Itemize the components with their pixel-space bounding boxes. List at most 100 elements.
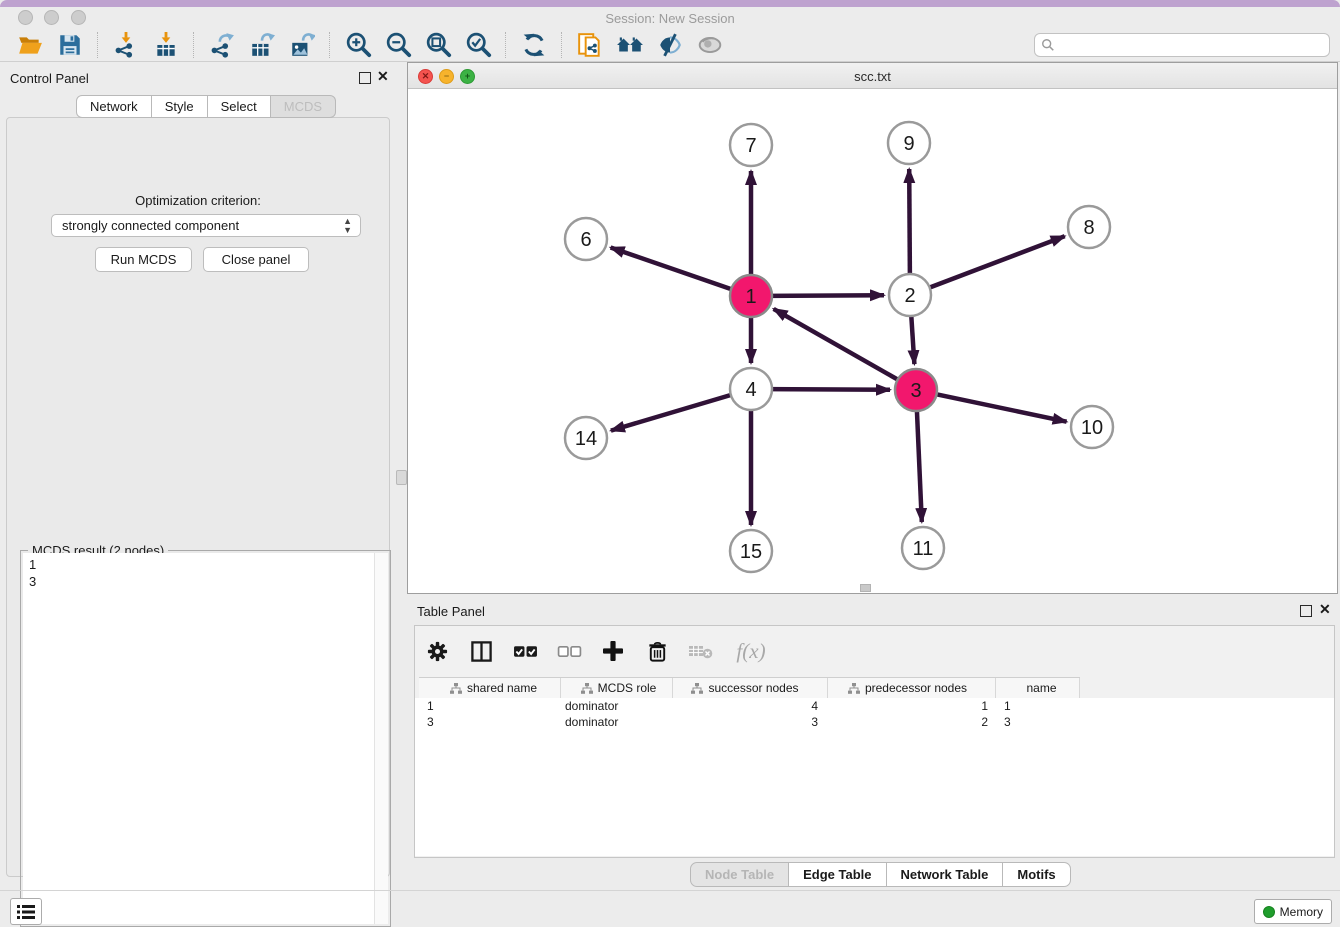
node-3[interactable]: 3 bbox=[895, 369, 937, 411]
control-panel: Control Panel ✕ Network Style Select MCD… bbox=[0, 62, 396, 878]
toolbar-separator bbox=[561, 32, 563, 58]
column-view-icon[interactable] bbox=[467, 635, 495, 667]
column-header-successor-nodes[interactable]: successor nodes bbox=[673, 678, 828, 698]
search-input[interactable] bbox=[1055, 36, 1329, 54]
open-session-icon[interactable] bbox=[10, 30, 50, 60]
float-panel-icon[interactable] bbox=[359, 72, 371, 84]
cell-successor-nodes[interactable]: 3 bbox=[673, 714, 828, 730]
export-image-icon[interactable] bbox=[282, 30, 322, 60]
close-panel-icon[interactable]: ✕ bbox=[377, 68, 389, 85]
add-row-icon[interactable] bbox=[599, 635, 627, 667]
tab-network[interactable]: Network bbox=[76, 95, 152, 118]
node-label: 6 bbox=[580, 229, 591, 251]
node-1[interactable]: 1 bbox=[730, 275, 772, 317]
tab-motifs[interactable]: Motifs bbox=[1003, 862, 1070, 887]
unselect-all-icon[interactable] bbox=[555, 635, 583, 667]
column-header-predecessor-nodes[interactable]: predecessor nodes bbox=[828, 678, 996, 698]
table-body: 1 dominator 4 1 1 3 dominator 3 2 3 bbox=[415, 698, 1334, 856]
column-header-shared-name[interactable]: shared name bbox=[419, 678, 561, 698]
tab-select[interactable]: Select bbox=[208, 95, 271, 118]
close-panel-button[interactable]: Close panel bbox=[203, 247, 309, 272]
node-14[interactable]: 14 bbox=[565, 417, 607, 459]
edge-3-10[interactable] bbox=[934, 394, 1067, 422]
node-label: 7 bbox=[745, 135, 756, 157]
result-scrollbar[interactable] bbox=[374, 553, 388, 924]
cell-shared-name[interactable]: 3 bbox=[419, 714, 561, 730]
graphics-details-icon[interactable] bbox=[690, 30, 730, 60]
edge-1-6[interactable] bbox=[611, 248, 734, 291]
node-6[interactable]: 6 bbox=[565, 218, 607, 260]
table-row[interactable]: 1 dominator 4 1 1 bbox=[419, 698, 1334, 714]
edge-2-8[interactable] bbox=[927, 236, 1065, 288]
hide-graphics-details-icon[interactable] bbox=[650, 30, 690, 60]
cell-successor-nodes[interactable]: 4 bbox=[673, 698, 828, 714]
node-8[interactable]: 8 bbox=[1068, 206, 1110, 248]
edge-2-9[interactable] bbox=[909, 169, 910, 277]
edge-4-14[interactable] bbox=[611, 394, 734, 431]
tab-style[interactable]: Style bbox=[152, 95, 208, 118]
table-panel-title: Table Panel bbox=[417, 604, 485, 619]
export-table-icon[interactable] bbox=[242, 30, 282, 60]
edge-4-3[interactable] bbox=[769, 389, 890, 390]
node-10[interactable]: 10 bbox=[1071, 406, 1113, 448]
cell-shared-name[interactable]: 1 bbox=[419, 698, 561, 714]
node-9[interactable]: 9 bbox=[888, 122, 930, 164]
memory-button[interactable]: Memory bbox=[1254, 899, 1332, 924]
column-header-mcds-role[interactable]: MCDS role bbox=[561, 678, 673, 698]
run-mcds-button[interactable]: Run MCDS bbox=[95, 247, 192, 272]
tab-node-table[interactable]: Node Table bbox=[690, 862, 789, 887]
node-7[interactable]: 7 bbox=[730, 124, 772, 166]
close-table-panel-icon[interactable]: ✕ bbox=[1319, 601, 1331, 618]
import-table-icon[interactable] bbox=[146, 30, 186, 60]
home-icon[interactable] bbox=[610, 30, 650, 60]
zoom-in-icon[interactable] bbox=[338, 30, 378, 60]
node-4[interactable]: 4 bbox=[730, 368, 772, 410]
gear-icon[interactable] bbox=[423, 635, 451, 667]
cell-predecessor-nodes[interactable]: 1 bbox=[828, 698, 996, 714]
column-header-name[interactable]: name bbox=[996, 678, 1080, 698]
edge-3-11[interactable] bbox=[917, 408, 922, 522]
panel-splitter-handle[interactable] bbox=[396, 470, 407, 485]
import-network-icon[interactable] bbox=[106, 30, 146, 60]
network-canvas[interactable]: 7 9 6 8 1 2 4 3 14 10 15 11 bbox=[408, 89, 1337, 593]
export-network-icon[interactable] bbox=[202, 30, 242, 60]
float-table-panel-icon[interactable] bbox=[1300, 605, 1312, 617]
zoom-selected-icon[interactable] bbox=[458, 30, 498, 60]
app-window-title: Session: New Session bbox=[0, 11, 1340, 26]
cell-mcds-role[interactable]: dominator bbox=[561, 698, 673, 714]
task-history-button[interactable] bbox=[10, 898, 42, 925]
control-panel-tabs: Network Style Select MCDS bbox=[76, 95, 336, 118]
node-2[interactable]: 2 bbox=[889, 274, 931, 316]
cell-name[interactable]: 3 bbox=[996, 714, 1080, 730]
table-row[interactable]: 3 dominator 3 2 3 bbox=[419, 714, 1334, 730]
delete-table-icon bbox=[687, 635, 715, 667]
cell-mcds-role[interactable]: dominator bbox=[561, 714, 673, 730]
save-session-icon[interactable] bbox=[50, 30, 90, 60]
mcds-result-group: MCDS result (2 nodes) 1 3 bbox=[20, 550, 391, 927]
select-all-icon[interactable] bbox=[511, 635, 539, 667]
tab-mcds[interactable]: MCDS bbox=[271, 95, 336, 118]
zoom-fit-icon[interactable] bbox=[418, 30, 458, 60]
mcds-result-text[interactable]: 1 3 bbox=[23, 553, 374, 924]
table-toolbar: f(x) bbox=[423, 630, 771, 672]
refresh-icon[interactable] bbox=[514, 30, 554, 60]
canvas-hscroll-nub[interactable] bbox=[860, 584, 871, 592]
node-label: 8 bbox=[1083, 217, 1094, 239]
desktop-accent-strip bbox=[0, 0, 1340, 7]
toolbar-separator bbox=[329, 32, 331, 58]
cell-name[interactable]: 1 bbox=[996, 698, 1080, 714]
delete-row-icon[interactable] bbox=[643, 635, 671, 667]
edge-2-3[interactable] bbox=[911, 313, 914, 364]
node-15[interactable]: 15 bbox=[730, 530, 772, 572]
criterion-select[interactable]: strongly connected component ▲▼ bbox=[51, 214, 361, 237]
tab-edge-table[interactable]: Edge Table bbox=[789, 862, 886, 887]
edge-3-1[interactable] bbox=[774, 309, 901, 381]
cell-predecessor-nodes[interactable]: 2 bbox=[828, 714, 996, 730]
tree-icon bbox=[848, 683, 860, 694]
new-network-from-selection-icon[interactable] bbox=[570, 30, 610, 60]
zoom-out-icon[interactable] bbox=[378, 30, 418, 60]
tree-icon bbox=[450, 683, 462, 694]
tab-network-table[interactable]: Network Table bbox=[887, 862, 1004, 887]
node-11[interactable]: 11 bbox=[902, 527, 944, 569]
edge-1-2[interactable] bbox=[769, 295, 884, 296]
